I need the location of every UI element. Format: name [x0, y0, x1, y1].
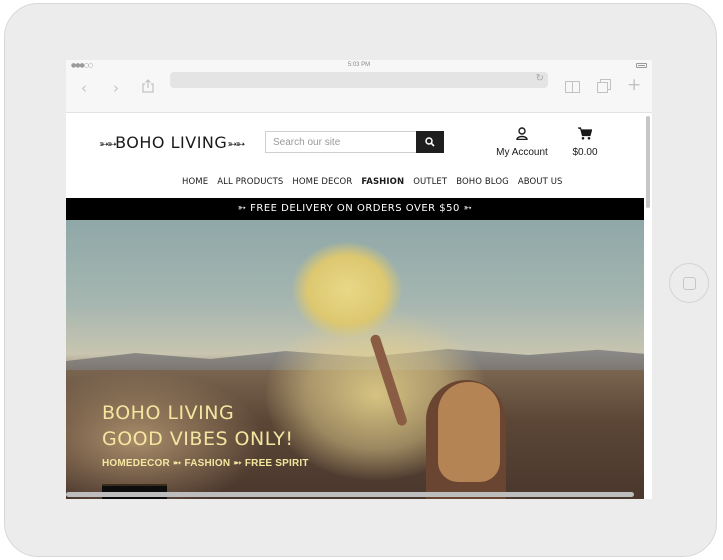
logo-arrow-left-icon: ➳➳: [99, 137, 117, 151]
hero-title-line1: BOHO LIVING: [102, 402, 235, 424]
account-label: My Account: [496, 147, 548, 158]
home-button-icon: [683, 277, 696, 290]
vertical-scrollbar[interactable]: [646, 116, 650, 208]
hero-title-line2: GOOD VIBES ONLY!: [102, 428, 294, 450]
web-page: ➳➳BOHO LIVING➳➳ Search our site My Accou…: [66, 114, 644, 499]
nav-about-us[interactable]: ABOUT US: [518, 177, 563, 187]
nav-home-decor[interactable]: HOME DECOR: [292, 177, 352, 187]
logo-text: BOHO LIVING: [115, 133, 228, 152]
hero-smoke-plume: [292, 242, 402, 338]
reader-icon[interactable]: [565, 80, 580, 96]
tabs-icon[interactable]: [597, 79, 611, 96]
site-logo[interactable]: ➳➳BOHO LIVING➳➳: [99, 133, 245, 152]
cart-icon: [578, 127, 592, 140]
promo-banner[interactable]: ➳ FREE DELIVERY ON ORDERS OVER $50 ➳: [66, 198, 644, 220]
account-link[interactable]: My Account: [493, 127, 551, 160]
home-button[interactable]: [669, 263, 709, 303]
promo-text: FREE DELIVERY ON ORDERS OVER $50: [250, 203, 460, 214]
hero-person-hair: [438, 382, 500, 482]
hero-title: BOHO LIVING GOOD VIBES ONLY!: [102, 400, 294, 452]
search-button[interactable]: [416, 131, 444, 153]
nav-outlet[interactable]: OUTLET: [413, 177, 447, 187]
horizontal-scrollbar[interactable]: [66, 492, 634, 497]
nav-boho-blog[interactable]: BOHO BLOG: [456, 177, 509, 187]
reload-icon[interactable]: ↻: [536, 73, 544, 84]
status-bar: ●●●○○ 5:03 PM: [66, 60, 652, 71]
logo-arrow-right-icon: ➳➳: [227, 137, 245, 151]
ipad-screen: ●●●○○ 5:03 PM ‹ › ↻ + ➳➳BOHO LIVING➳➳ Se…: [66, 60, 652, 499]
main-nav: HOME ALL PRODUCTS HOME DECOR FASHION OUT…: [182, 177, 572, 187]
nav-fashion[interactable]: FASHION: [361, 177, 404, 187]
promo-arrow-left-icon: ➳: [237, 203, 251, 214]
promo-arrow-right-icon: ➳: [459, 203, 473, 214]
search-icon: [425, 137, 435, 147]
status-time: 5:03 PM: [347, 62, 371, 68]
cart-link[interactable]: $0.00: [569, 127, 601, 160]
forward-arrow-icon[interactable]: ›: [113, 80, 119, 96]
nav-all-products[interactable]: ALL PRODUCTS: [217, 177, 283, 187]
new-tab-icon[interactable]: +: [627, 77, 641, 94]
hero-subtitle: HOMEDECOR ➵ FASHION ➵ FREE SPIRIT: [102, 458, 309, 469]
address-bar[interactable]: ↻: [170, 72, 548, 88]
browser-toolbar: ‹ › ↻ +: [66, 71, 652, 113]
user-icon: [516, 127, 528, 140]
hero-banner[interactable]: BOHO LIVING GOOD VIBES ONLY! HOMEDECOR ➵…: [66, 220, 644, 499]
search-input[interactable]: Search our site: [265, 131, 417, 153]
share-icon[interactable]: [142, 79, 154, 96]
nav-home[interactable]: HOME: [182, 177, 208, 187]
back-arrow-icon[interactable]: ‹: [81, 80, 87, 96]
cart-total: $0.00: [572, 147, 598, 158]
battery-icon: [636, 63, 647, 68]
